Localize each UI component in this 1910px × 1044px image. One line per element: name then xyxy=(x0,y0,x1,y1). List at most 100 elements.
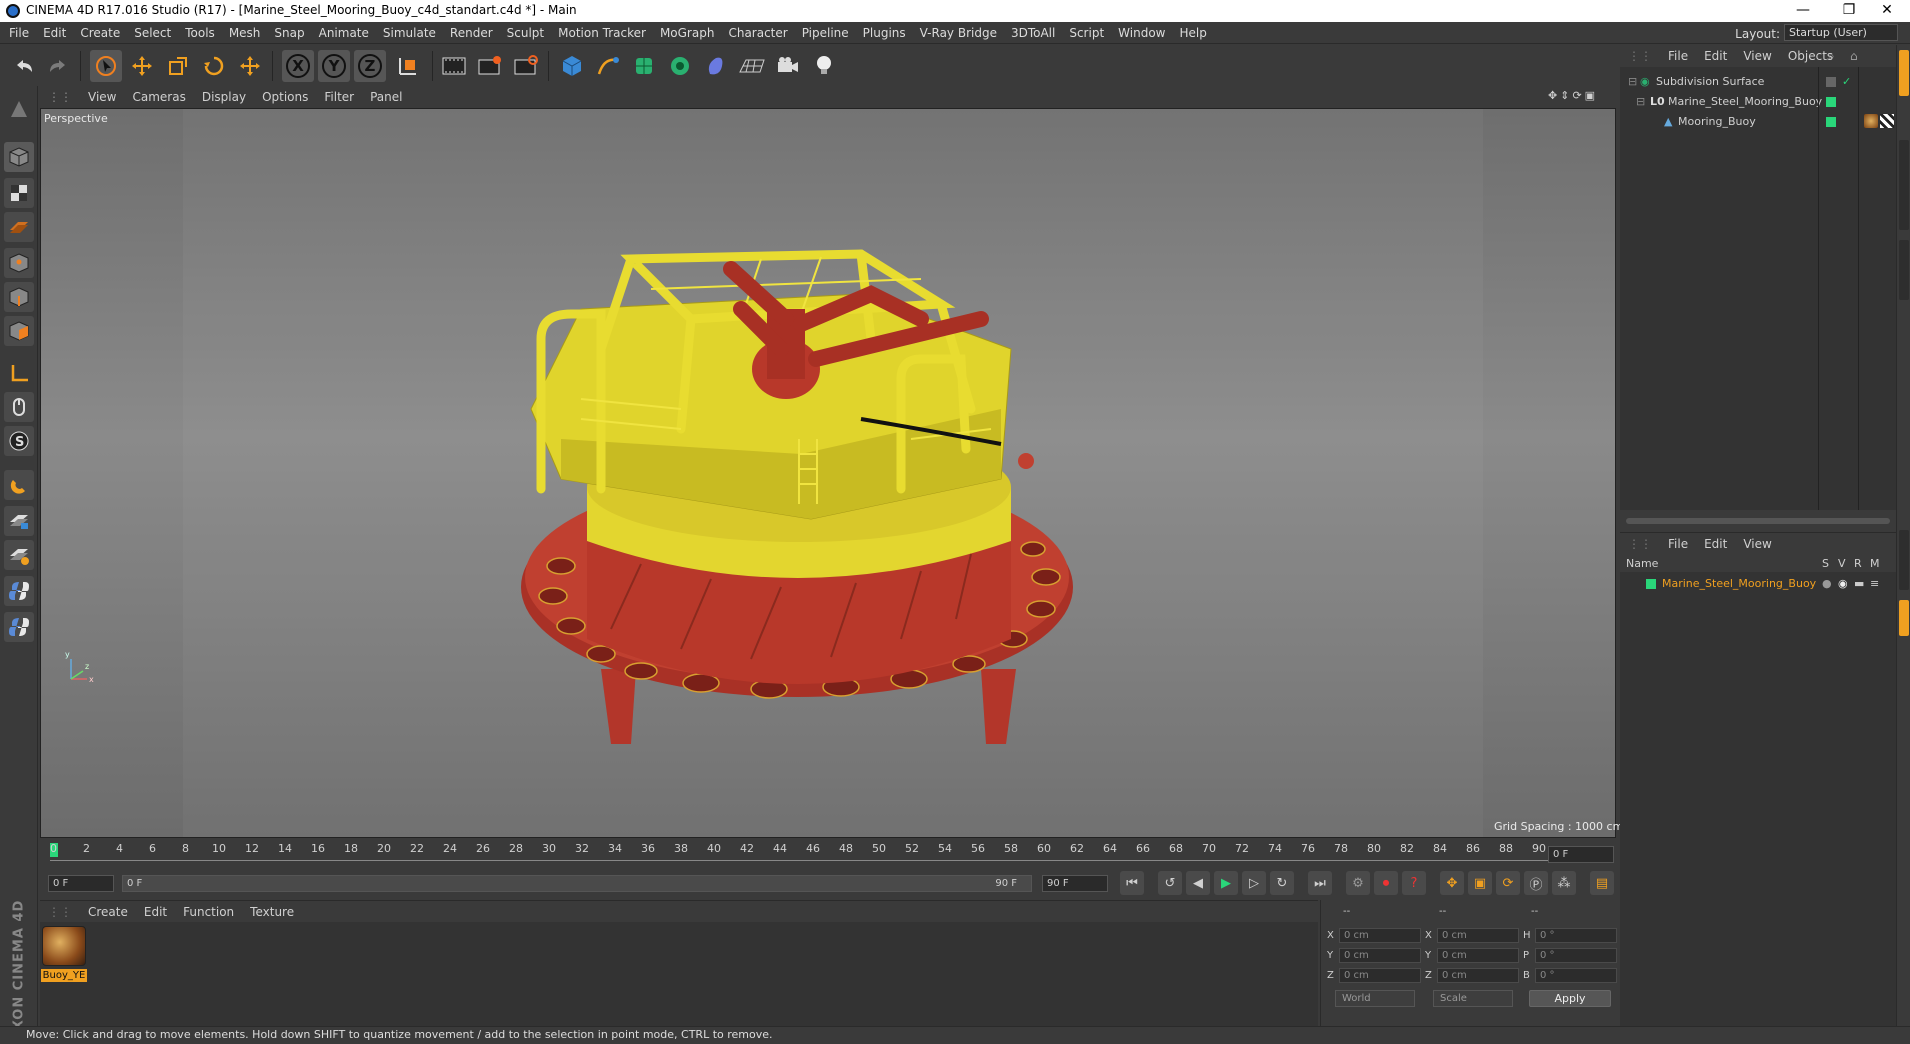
timeline-window-icon[interactable]: ▤ xyxy=(1590,871,1614,895)
material-menu-function[interactable]: Function xyxy=(175,901,242,923)
autokey-icon[interactable]: ⏺ xyxy=(1374,871,1398,895)
frame-range-slider[interactable]: 0 F 90 F xyxy=(122,875,1032,892)
render-picture-viewer-icon[interactable] xyxy=(474,50,506,82)
viewport-pan-icon[interactable]: ✥ xyxy=(1548,89,1557,105)
next-keyframe-icon[interactable]: ↻ xyxy=(1270,871,1294,895)
structure-tab[interactable] xyxy=(1899,240,1909,300)
object-manager-home-icon[interactable]: ⌂ xyxy=(1842,45,1866,67)
menu-sculpt[interactable]: Sculpt xyxy=(500,22,551,44)
menu-snap[interactable]: Snap xyxy=(267,22,311,44)
layer-tag-icon[interactable] xyxy=(1826,77,1836,87)
texture-mode-icon[interactable] xyxy=(4,178,34,208)
end-frame-field[interactable]: 90 F xyxy=(1042,875,1108,892)
start-frame-field[interactable]: 0 F xyxy=(48,875,114,892)
menu-mesh[interactable]: Mesh xyxy=(222,22,268,44)
object-manager-scrollbar[interactable] xyxy=(1626,518,1890,524)
keyframe-help-icon[interactable]: ? xyxy=(1402,871,1426,895)
layer-menu-file[interactable]: File xyxy=(1660,533,1696,555)
coord-mode-dropdown[interactable]: World xyxy=(1335,990,1415,1007)
position-x-field[interactable]: 0 cm xyxy=(1339,928,1421,943)
menu-file[interactable]: File xyxy=(0,22,36,44)
undo-icon[interactable] xyxy=(8,50,40,82)
3d-viewport[interactable]: y x z xyxy=(40,108,1616,838)
layout-dropdown[interactable]: Startup (User) xyxy=(1784,24,1898,41)
snap-s-icon[interactable]: S xyxy=(4,426,34,456)
render-view-icon[interactable] xyxy=(438,50,470,82)
rotation-b-field[interactable]: 0 ° xyxy=(1535,968,1617,983)
layers-tab[interactable] xyxy=(1899,600,1909,636)
layer-color-icon[interactable] xyxy=(1826,97,1836,107)
menu-simulate[interactable]: Simulate xyxy=(376,22,443,44)
planar-workplane-icon[interactable] xyxy=(4,540,34,570)
y-axis-icon[interactable]: Y xyxy=(318,50,350,82)
play-icon[interactable]: ▶ xyxy=(1214,871,1238,895)
points-mode-icon[interactable] xyxy=(4,248,34,278)
magnet-snap-icon[interactable] xyxy=(4,470,34,500)
rotation-p-field[interactable]: 0 ° xyxy=(1535,948,1617,963)
menu-tools[interactable]: Tools xyxy=(178,22,222,44)
cloner-icon[interactable] xyxy=(664,50,696,82)
axis-mode-icon[interactable] xyxy=(4,358,34,388)
size-z-field[interactable]: 0 cm xyxy=(1437,968,1519,983)
redo-icon[interactable] xyxy=(42,50,74,82)
move-alt-icon[interactable] xyxy=(234,50,266,82)
next-frame-icon[interactable]: ▷ xyxy=(1242,871,1266,895)
floor-icon[interactable] xyxy=(736,50,768,82)
current-frame-field[interactable]: 0 F xyxy=(1548,846,1614,863)
viewport-orbit-icon[interactable]: ⟳ xyxy=(1572,89,1581,105)
camera-icon[interactable] xyxy=(772,50,804,82)
menu-help[interactable]: Help xyxy=(1172,22,1213,44)
object-menu-file[interactable]: File xyxy=(1660,45,1696,67)
position-y-field[interactable]: 0 cm xyxy=(1339,948,1421,963)
object-row-mooring-buoy[interactable]: ▲ Mooring_Buoy xyxy=(1620,112,1896,131)
object-row-subdivision[interactable]: ⊟ ◉ Subdivision Surface ✓ xyxy=(1620,72,1896,91)
viewport-menu-display[interactable]: Display xyxy=(194,86,254,108)
objects-tab[interactable] xyxy=(1899,50,1909,96)
lock-workplane-icon[interactable] xyxy=(4,506,34,536)
position-z-field[interactable]: 0 cm xyxy=(1339,968,1421,983)
key-position-icon[interactable]: ✥ xyxy=(1440,871,1464,895)
attributes-tab[interactable] xyxy=(1899,530,1909,590)
object-menu-edit[interactable]: Edit xyxy=(1696,45,1735,67)
rotation-h-field[interactable]: 0 ° xyxy=(1535,928,1617,943)
size-x-field[interactable]: 0 cm xyxy=(1437,928,1519,943)
menu-render[interactable]: Render xyxy=(443,22,500,44)
viewport-maximize-icon[interactable]: ▣ xyxy=(1585,89,1595,105)
manager-toggle-icon[interactable]: ≡ xyxy=(1870,574,1879,593)
subdivision-icon[interactable] xyxy=(628,50,660,82)
minimize-button[interactable]: — xyxy=(1780,0,1826,22)
z-axis-icon[interactable]: Z xyxy=(354,50,386,82)
key-scale-icon[interactable]: ▣ xyxy=(1468,871,1492,895)
python-console-icon[interactable] xyxy=(4,612,34,642)
size-y-field[interactable]: 0 cm xyxy=(1437,948,1519,963)
menu-plugins[interactable]: Plugins xyxy=(856,22,913,44)
cube-icon[interactable] xyxy=(556,50,588,82)
col-visible[interactable]: V xyxy=(1838,557,1846,570)
viewport-menu-cameras[interactable]: Cameras xyxy=(124,86,193,108)
menu-window[interactable]: Window xyxy=(1111,22,1172,44)
size-mode-dropdown[interactable]: Scale xyxy=(1433,990,1513,1007)
material-tag-icon[interactable] xyxy=(1864,114,1878,128)
col-manager[interactable]: M xyxy=(1870,557,1880,570)
menu-motion-tracker[interactable]: Motion Tracker xyxy=(551,22,653,44)
workplane-icon[interactable] xyxy=(4,212,34,242)
col-name[interactable]: Name xyxy=(1626,557,1658,570)
record-keys-icon[interactable]: ⚙ xyxy=(1346,871,1370,895)
key-parameter-icon[interactable]: Ⓟ xyxy=(1524,871,1548,895)
menu-edit[interactable]: Edit xyxy=(36,22,73,44)
select-pointer-icon[interactable] xyxy=(90,50,122,82)
make-editable-icon[interactable] xyxy=(4,94,34,124)
material-menu-texture[interactable]: Texture xyxy=(242,901,302,923)
viewport-menu-options[interactable]: Options xyxy=(254,86,316,108)
material-menu-edit[interactable]: Edit xyxy=(136,901,175,923)
viewport-menu-filter[interactable]: Filter xyxy=(316,86,362,108)
render-settings-icon[interactable] xyxy=(510,50,542,82)
layer-color-icon[interactable] xyxy=(1826,117,1836,127)
menu-mograph[interactable]: MoGraph xyxy=(653,22,722,44)
tweak-mode-icon[interactable] xyxy=(4,392,34,422)
material-thumbnail[interactable] xyxy=(42,926,86,966)
object-row-marine-buoy[interactable]: ⊟ L0 Marine_Steel_Mooring_Buoy xyxy=(1620,92,1896,111)
polygons-mode-icon[interactable] xyxy=(4,316,34,346)
key-rotation-icon[interactable]: ⟳ xyxy=(1496,871,1520,895)
viewport-zoom-icon[interactable]: ⇕ xyxy=(1560,89,1569,105)
